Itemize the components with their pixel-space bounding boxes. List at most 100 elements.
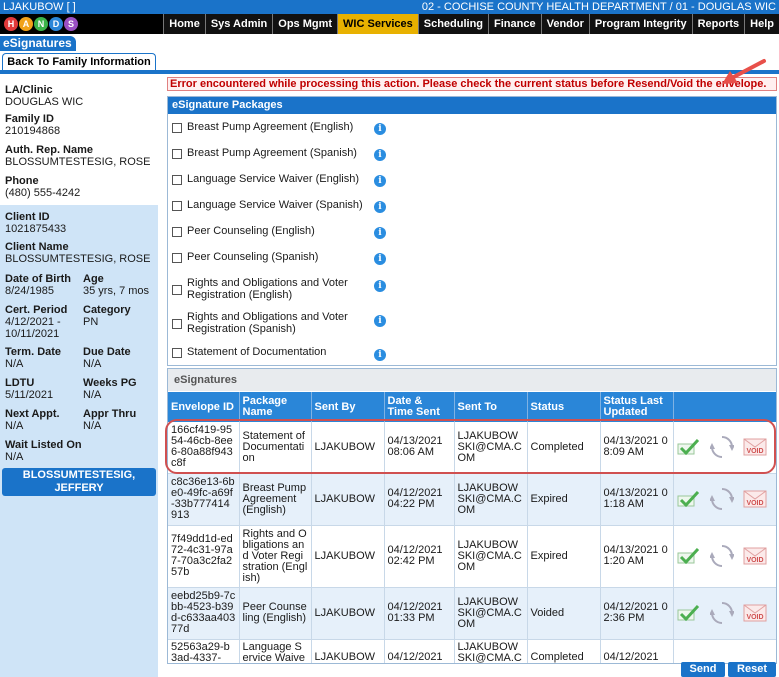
package-checkbox[interactable] (172, 227, 182, 237)
row-actions: VOID (673, 473, 776, 526)
sent-to: LJAKUBOWSKI@CMA.COM (454, 587, 528, 640)
package-name: Statement of Documentation (239, 422, 312, 474)
package-checkbox[interactable] (172, 253, 182, 263)
logo-letter: H (4, 17, 18, 31)
resend-icon[interactable] (709, 601, 734, 625)
status-updated: 04/12/2021 (600, 639, 674, 663)
table-row: 7f49dd1d-ed72-4c31-97a7-70a3c2fa257b Rig… (168, 525, 776, 588)
package-name: Breast Pump Agreement (English) (239, 473, 312, 526)
nav-program-integrity[interactable]: Program Integrity (588, 14, 692, 34)
package-checkbox[interactable] (172, 319, 182, 329)
package-checkbox[interactable] (172, 285, 182, 295)
package-checkbox[interactable] (172, 123, 182, 133)
package-checkbox[interactable] (172, 201, 182, 211)
date-sent: 04/13/2021 08:06 AM (384, 422, 455, 474)
term-date: Term. Date N/A (5, 346, 62, 370)
col-package-name[interactable]: Package Name (239, 392, 312, 422)
auth-rep-name: Auth. Rep. Name BLOSSUMTESTESIG, ROSE (5, 144, 151, 168)
title-agency: 02 - COCHISE COUNTY HEALTH DEPARTMENT / … (421, 1, 776, 13)
col-envelope-id[interactable]: Envelope ID (168, 392, 240, 422)
due-date: Due Date N/A (83, 346, 131, 370)
status-updated: 04/13/2021 01:18 AM (600, 473, 674, 526)
client-name: Client Name BLOSSUMTESTESIG, ROSE (5, 241, 151, 265)
void-icon[interactable]: VOID (743, 438, 767, 456)
sign-check-icon[interactable] (677, 548, 699, 564)
household-member-button[interactable]: BLOSSUMTESTESIG, JEFFERY (2, 468, 156, 496)
next-appt: Next Appt. N/A (5, 408, 60, 432)
package-checkbox[interactable] (172, 149, 182, 159)
sign-check-icon[interactable] (677, 491, 699, 507)
back-to-family-button[interactable]: Back To Family Information (2, 53, 156, 71)
packages-header: eSignature Packages (168, 97, 776, 114)
col-status[interactable]: Status (527, 392, 601, 422)
error-message: Error encountered while processing this … (167, 77, 777, 91)
phone: Phone (480) 555-4242 (5, 175, 81, 199)
esignature-packages-panel: eSignature Packages Breast Pump Agreemen… (167, 96, 777, 366)
status: Voided (527, 587, 601, 640)
table-row: c8c36e13-6be0-49fc-a69f-33b777414913 Bre… (168, 473, 776, 526)
info-icon[interactable]: i (374, 315, 386, 327)
wait-listed-on: Wait Listed On N/A (5, 439, 82, 463)
age: Age 35 yrs, 7 mos (83, 273, 150, 297)
send-button[interactable]: Send (681, 662, 725, 677)
family-id: Family ID 210194868 (5, 113, 61, 137)
col-status-updated[interactable]: Status Last Updated (600, 392, 674, 422)
info-icon[interactable]: i (374, 175, 386, 187)
sent-to: LJAKUBOWSKI@CMA.COM (454, 473, 528, 526)
sent-by: LJAKUBOW (311, 422, 385, 474)
envelope-id: 166cf419-9554-46cb-8ee6-80a88f943c8f (168, 422, 240, 474)
resend-icon[interactable] (709, 435, 734, 459)
resend-icon[interactable] (709, 487, 734, 511)
info-icon[interactable]: i (374, 149, 386, 161)
info-icon[interactable]: i (374, 227, 386, 239)
nav-help[interactable]: Help (744, 14, 779, 34)
info-icon[interactable]: i (374, 280, 386, 292)
reset-button[interactable]: Reset (728, 662, 776, 677)
nav-sys-admin[interactable]: Sys Admin (204, 14, 273, 34)
sent-by: LJAKUBOW (311, 587, 385, 640)
status-updated: 04/13/2021 08:09 AM (600, 422, 674, 474)
client-info-panel: LA/Clinic DOUGLAS WIC Family ID 21019486… (0, 78, 158, 677)
sign-check-icon[interactable] (677, 439, 699, 456)
nav-vendor[interactable]: Vendor (540, 14, 589, 34)
package-checkbox[interactable] (172, 348, 182, 358)
weeks-pg: Weeks PG N/A (83, 377, 137, 401)
svg-text:VOID: VOID (746, 557, 763, 564)
envelope-id: 7f49dd1d-ed72-4c31-97a7-70a3c2fa257b (168, 525, 240, 588)
void-icon[interactable]: VOID (743, 547, 767, 565)
sign-check-icon[interactable] (677, 605, 699, 621)
logo-letter: N (34, 17, 48, 31)
package-checkbox[interactable] (172, 175, 182, 185)
resend-icon[interactable] (709, 544, 734, 568)
sent-to: LJAKUBOWSKI@CMA.COM (454, 639, 528, 663)
status: Completed (527, 422, 601, 474)
nav-ops-mgmt[interactable]: Ops Mgmt (272, 14, 338, 34)
nav-home[interactable]: Home (163, 14, 205, 34)
info-icon[interactable]: i (374, 253, 386, 265)
title-user: LJAKUBOW [ ] (3, 1, 76, 13)
table-row: 166cf419-9554-46cb-8ee6-80a88f943c8f Sta… (168, 422, 776, 474)
info-icon[interactable]: i (374, 123, 386, 135)
date-sent: 04/12/2021 01:33 PM (384, 587, 455, 640)
date-sent: 04/12/2021 (384, 639, 455, 663)
row-actions: VOID (673, 422, 776, 474)
logo-letter: D (49, 17, 63, 31)
logo-letter: A (19, 17, 33, 31)
esignatures-header: eSignatures (168, 369, 776, 391)
col-sent-by[interactable]: Sent By (311, 392, 385, 422)
void-icon[interactable]: VOID (743, 604, 767, 622)
ldtu: LDTU 5/11/2021 (5, 377, 54, 401)
nav-wic-services[interactable]: WIC Services (337, 14, 418, 34)
nav-reports[interactable]: Reports (691, 14, 745, 34)
red-arrow-icon (722, 59, 766, 84)
nav-finance[interactable]: Finance (488, 14, 541, 34)
void-icon[interactable]: VOID (743, 490, 767, 508)
status: Expired (527, 525, 601, 588)
package-name: Rights and Obligations and Voter Registr… (239, 525, 312, 588)
category: Category PN (83, 304, 131, 328)
info-icon[interactable]: i (374, 349, 386, 361)
info-icon[interactable]: i (374, 201, 386, 213)
nav-scheduling[interactable]: Scheduling (417, 14, 489, 34)
col-date-sent[interactable]: Date & Time Sent (384, 392, 455, 422)
col-sent-to[interactable]: Sent To (454, 392, 528, 422)
